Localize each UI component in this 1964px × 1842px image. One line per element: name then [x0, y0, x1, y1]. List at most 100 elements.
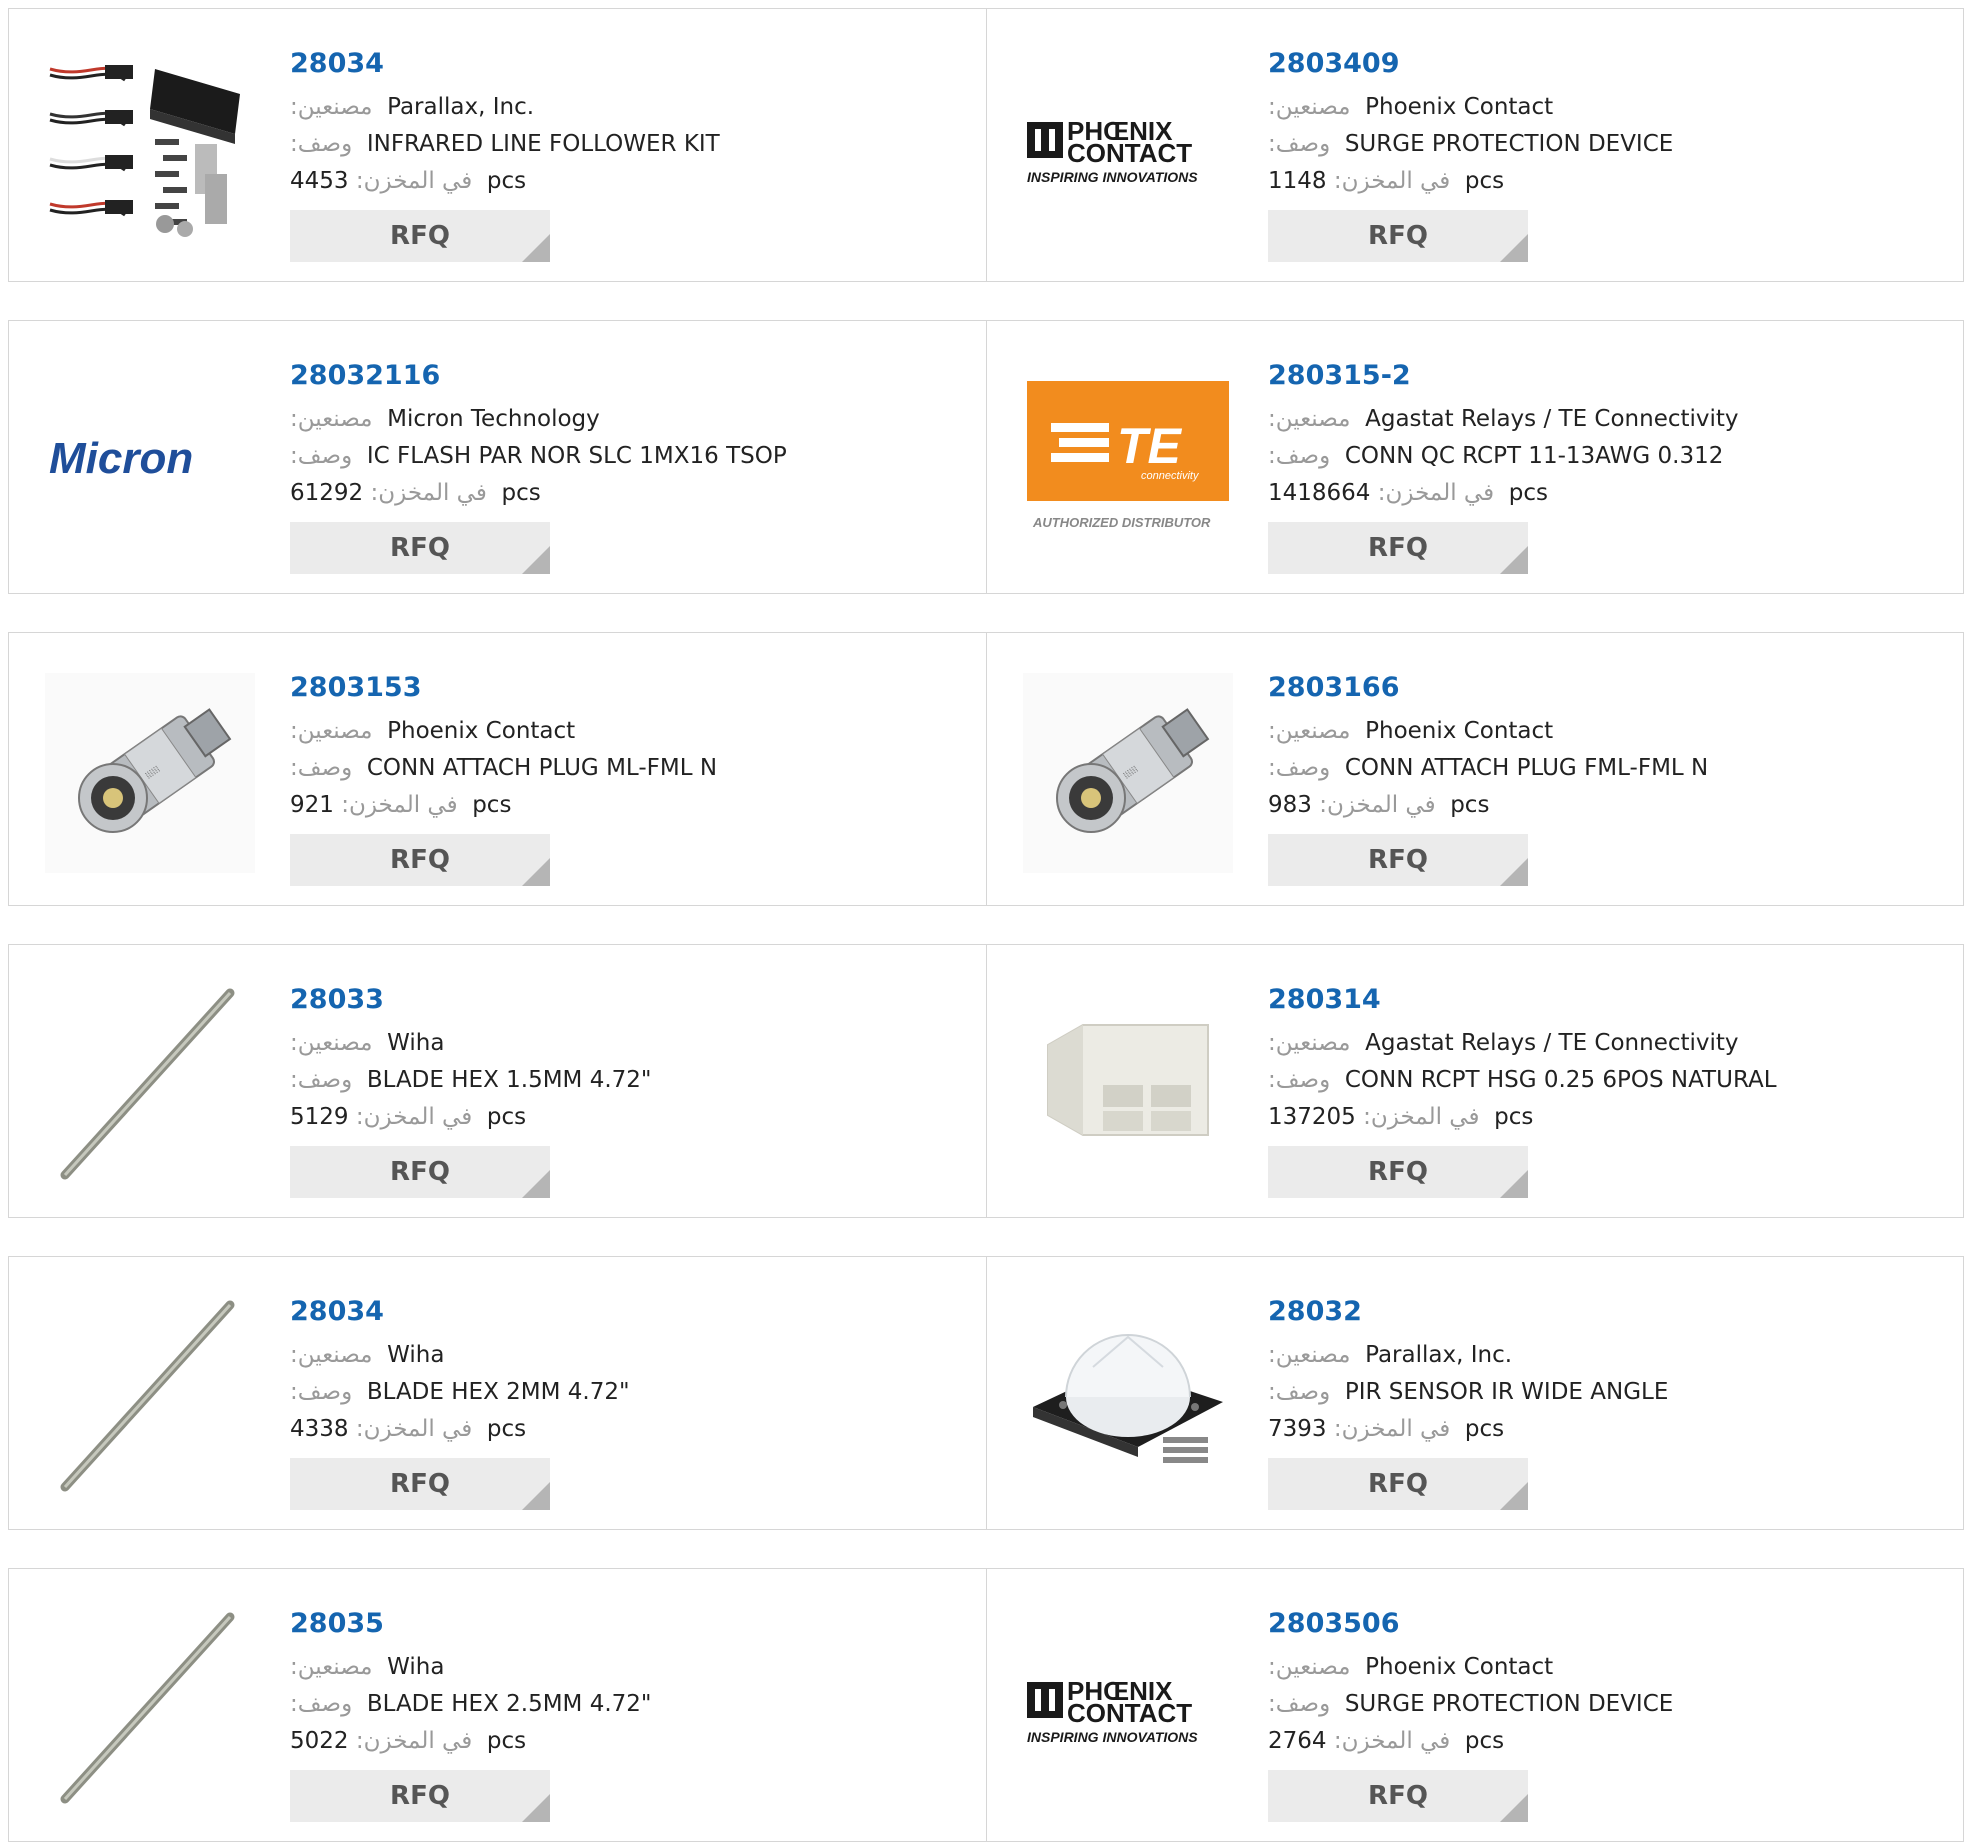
description-value: CONN ATTACH PLUG FML-FML N — [1344, 755, 1709, 781]
stock-value: 1148 — [1268, 168, 1327, 194]
description-line: وصف: BLADE HEX 1.5MM 4.72" — [290, 1062, 976, 1099]
rfq-button[interactable]: RFQ — [1268, 1458, 1528, 1510]
product-card: TE connectivity AUTHORIZED DISTRIBUTOR 2… — [986, 321, 1963, 593]
description-value: PIR SENSOR IR WIDE ANGLE — [1344, 1379, 1669, 1405]
product-info: 28033 مصنعين: Wiha وصف: BLADE HEX 1.5MM … — [290, 975, 976, 1136]
description-label: وصف: — [1268, 131, 1331, 157]
product-image[interactable]: ⁞⁞⁞⁞⁞⁞ — [45, 673, 255, 873]
product-image[interactable] — [45, 49, 255, 249]
part-number-link[interactable]: 28034 — [290, 39, 384, 89]
corner-triangle-icon — [522, 234, 550, 262]
rfq-button[interactable]: RFQ — [290, 210, 550, 262]
stock-label: في المخزن: — [1333, 1728, 1451, 1754]
product-info: 28034 مصنعين: Wiha وصف: BLADE HEX 2MM 4.… — [290, 1287, 976, 1448]
part-number-link[interactable]: 2803409 — [1268, 39, 1400, 89]
description-label: وصف: — [290, 755, 353, 781]
product-card: Micron 28032116 مصنعين: Micron Technolog… — [9, 321, 986, 593]
rfq-button[interactable]: RFQ — [290, 834, 550, 886]
rfq-button[interactable]: RFQ — [290, 1770, 550, 1822]
part-number-link[interactable]: 28032 — [1268, 1287, 1362, 1337]
stock-unit: pcs — [1464, 168, 1505, 194]
corner-triangle-icon — [522, 858, 550, 886]
rfq-label: RFQ — [390, 221, 450, 251]
rfq-button[interactable]: RFQ — [290, 1458, 550, 1510]
manufacturer-value: Micron Technology — [387, 406, 600, 432]
product-image[interactable]: ⁞⁞⁞⁞⁞⁞ — [1023, 673, 1233, 873]
description-label: وصف: — [1268, 1691, 1331, 1717]
svg-text:connectivity: connectivity — [1141, 470, 1200, 482]
stock-line: 5022 في المخزن: pcs — [290, 1723, 976, 1760]
stock-line: 5129 في المخزن: pcs — [290, 1099, 976, 1136]
rfq-button[interactable]: RFQ — [1268, 834, 1528, 886]
product-row: 28033 مصنعين: Wiha وصف: BLADE HEX 1.5MM … — [8, 944, 1964, 1218]
corner-triangle-icon — [1500, 1170, 1528, 1198]
rfq-label: RFQ — [1368, 1469, 1428, 1499]
stock-label: في المخزن: — [341, 792, 458, 818]
product-info: 28034 مصنعين: Parallax, Inc. وصف: INFRAR… — [290, 39, 976, 200]
corner-triangle-icon — [522, 546, 550, 574]
part-number-link[interactable]: 28034 — [290, 1287, 384, 1337]
product-info: 28035 مصنعين: Wiha وصف: BLADE HEX 2.5MM … — [290, 1599, 976, 1760]
part-number-link[interactable]: 28035 — [290, 1599, 384, 1649]
manufacturer-line: مصنعين: Agastat Relays / TE Connectivity — [1268, 1025, 1953, 1062]
stock-label: في المخزن: — [1363, 1104, 1480, 1130]
stock-unit: pcs — [1450, 792, 1490, 818]
product-image[interactable] — [1023, 1297, 1233, 1497]
part-number-link[interactable]: 28032116 — [290, 351, 440, 401]
stock-line: 2764 في المخزن: pcs — [1268, 1723, 1953, 1760]
rfq-label: RFQ — [390, 1781, 450, 1811]
product-image[interactable] — [45, 1297, 255, 1497]
rfq-button[interactable]: RFQ — [1268, 1146, 1528, 1198]
product-image[interactable] — [45, 1609, 255, 1809]
product-card: PHŒNIX CONTACT INSPIRING INNOVATIONS 280… — [986, 1569, 1963, 1841]
rfq-button[interactable]: RFQ — [290, 522, 550, 574]
rfq-button[interactable]: RFQ — [1268, 522, 1528, 574]
stock-value: 4453 — [290, 168, 349, 194]
product-row: 28034 مصنعين: Wiha وصف: BLADE HEX 2MM 4.… — [8, 1256, 1964, 1530]
manufacturer-label: مصنعين: — [1268, 1654, 1351, 1680]
manufacturer-value: Agastat Relays / TE Connectivity — [1365, 1030, 1739, 1056]
product-image[interactable]: PHŒNIX CONTACT INSPIRING INNOVATIONS — [1023, 1609, 1233, 1809]
product-info: 2803506 مصنعين: Phoenix Contact وصف: SUR… — [1268, 1599, 1953, 1760]
part-number-link[interactable]: 280314 — [1268, 975, 1381, 1025]
svg-text:CONTACT: CONTACT — [1067, 138, 1192, 168]
product-card: 28034 مصنعين: Wiha وصف: BLADE HEX 2MM 4.… — [9, 1257, 986, 1529]
stock-unit: pcs — [486, 1416, 527, 1442]
product-image[interactable] — [45, 985, 255, 1185]
rfq-button[interactable]: RFQ — [290, 1146, 550, 1198]
product-image[interactable]: PHŒNIX CONTACT INSPIRING INNOVATIONS — [1023, 49, 1233, 249]
description-line: وصف: CONN ATTACH PLUG FML-FML N — [1268, 750, 1953, 787]
stock-label: في المخزن: — [355, 1728, 473, 1754]
part-number-link[interactable]: 2803153 — [290, 663, 422, 713]
rfq-button[interactable]: RFQ — [1268, 1770, 1528, 1822]
svg-text:AUTHORIZED DISTRIBUTOR: AUTHORIZED DISTRIBUTOR — [1032, 515, 1211, 530]
stock-value: 2764 — [1268, 1728, 1327, 1754]
stock-line: 61292 في المخزن: pcs — [290, 475, 976, 512]
corner-triangle-icon — [522, 1482, 550, 1510]
stock-value: 5022 — [290, 1728, 349, 1754]
rfq-label: RFQ — [1368, 221, 1428, 251]
part-number-link[interactable]: 2803506 — [1268, 1599, 1400, 1649]
part-number-link[interactable]: 280315-2 — [1268, 351, 1411, 401]
product-image[interactable]: Micron — [45, 361, 255, 561]
manufacturer-line: مصنعين: Phoenix Contact — [1268, 713, 1953, 750]
stock-value: 921 — [290, 792, 334, 818]
manufacturer-label: مصنعين: — [1268, 406, 1351, 432]
rfq-button[interactable]: RFQ — [1268, 210, 1528, 262]
stock-value: 1418664 — [1268, 480, 1371, 506]
rfq-label: RFQ — [390, 533, 450, 563]
svg-text:CONTACT: CONTACT — [1067, 1698, 1192, 1728]
stock-line: 7393 في المخزن: pcs — [1268, 1411, 1953, 1448]
rfq-label: RFQ — [390, 1157, 450, 1187]
manufacturer-line: مصنعين: Phoenix Contact — [290, 713, 976, 750]
description-line: وصف: BLADE HEX 2.5MM 4.72" — [290, 1686, 976, 1723]
product-image[interactable] — [1023, 985, 1233, 1185]
product-image[interactable]: TE connectivity AUTHORIZED DISTRIBUTOR — [1023, 361, 1233, 561]
description-line: وصف: IC FLASH PAR NOR SLC 1MX16 TSOP — [290, 438, 976, 475]
manufacturer-value: Phoenix Contact — [1365, 94, 1554, 120]
manufacturer-label: مصنعين: — [290, 1654, 373, 1680]
part-number-link[interactable]: 2803166 — [1268, 663, 1400, 713]
part-number-link[interactable]: 28033 — [290, 975, 384, 1025]
description-line: وصف: SURGE PROTECTION DEVICE — [1268, 126, 1953, 163]
description-value: CONN QC RCPT 11-13AWG 0.312 — [1344, 443, 1724, 469]
